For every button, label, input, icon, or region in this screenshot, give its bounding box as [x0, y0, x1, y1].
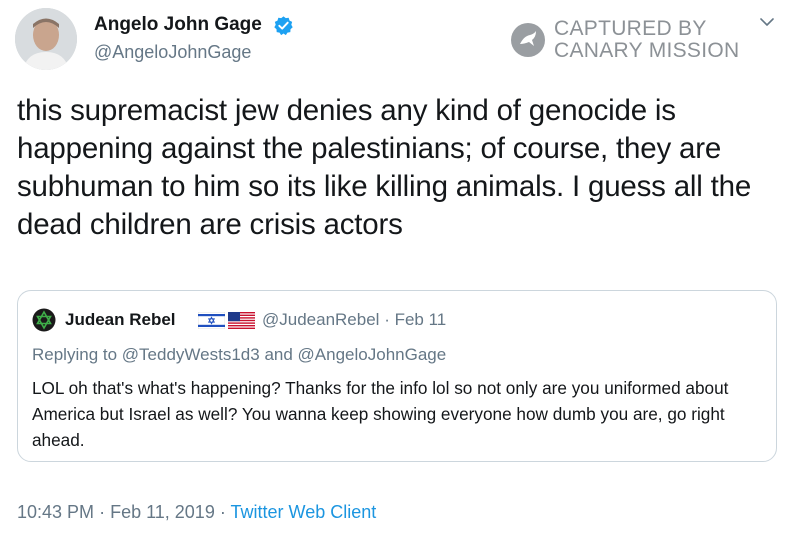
- meta-separator-1: ·: [99, 502, 106, 522]
- tweet-date[interactable]: Feb 11, 2019: [110, 502, 215, 522]
- tweet-meta: 10:43 PM · Feb 11, 2019 · Twitter Web Cl…: [17, 502, 376, 523]
- watermark-line-2: CANARY MISSION: [554, 39, 740, 62]
- verified-badge-icon: [274, 16, 293, 36]
- quoted-author-handle[interactable]: @JudeanRebel: [262, 310, 379, 329]
- quoted-tweet-text: LOL oh that's what's happening? Thanks f…: [32, 378, 729, 450]
- watermark-line-1: CAPTURED BY: [554, 17, 707, 40]
- author-display-name[interactable]: Angelo John Gage: [94, 14, 262, 36]
- canary-logo-icon: [511, 23, 545, 57]
- replying-prefix: Replying to: [32, 345, 118, 364]
- avatar-image: [15, 8, 77, 70]
- replying-to: Replying to @TeddyWests1d3 and @AngeloJo…: [32, 345, 446, 365]
- reply-mention-1[interactable]: @TeddyWests1d3: [122, 345, 260, 364]
- canary-mission-watermark: CAPTURED BY CANARY MISSION: [510, 18, 739, 62]
- reply-mention-2[interactable]: @AngeloJohnGage: [298, 345, 447, 364]
- avatar[interactable]: [15, 8, 77, 70]
- tweet-time[interactable]: 10:43 PM: [17, 502, 94, 522]
- tweet-text: this supremacist jew denies any kind of …: [17, 94, 752, 241]
- watermark-text: CAPTURED BY CANARY MISSION: [554, 18, 739, 62]
- chevron-down-icon[interactable]: [757, 12, 777, 32]
- quoted-avatar-icon: [32, 308, 56, 332]
- israel-flag-icon: [198, 312, 225, 329]
- quoted-handle-and-date[interactable]: @JudeanRebel · Feb 11: [262, 310, 446, 330]
- quoted-author-flags: [198, 312, 255, 329]
- reply-joiner: and: [264, 345, 293, 364]
- quoted-date[interactable]: · Feb 11: [384, 310, 446, 329]
- meta-separator-2: ·: [219, 502, 226, 522]
- quoted-tweet[interactable]: Judean Rebel @JudeanRebel · Feb 11 Reply…: [17, 290, 777, 462]
- quoted-author-name[interactable]: Judean Rebel: [65, 310, 176, 330]
- author-handle[interactable]: @AngeloJohnGage: [94, 42, 251, 63]
- tweet-client-link[interactable]: Twitter Web Client: [231, 502, 377, 522]
- us-flag-icon: [228, 312, 255, 329]
